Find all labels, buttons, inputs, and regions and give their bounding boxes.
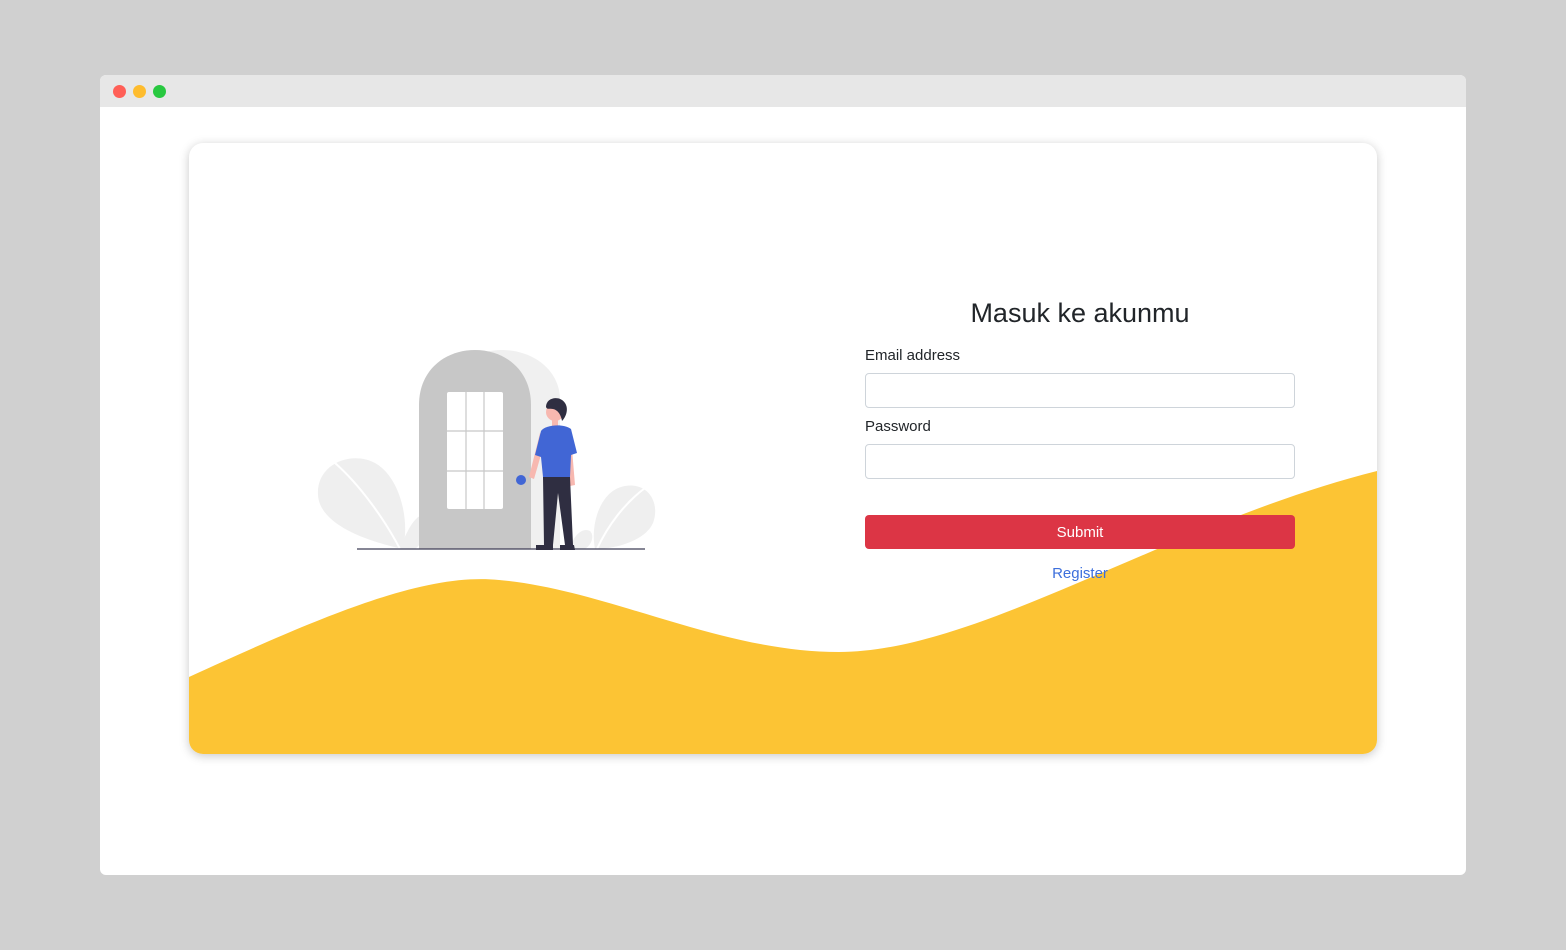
browser-window: Masuk ke akunmu Email address Password S…	[100, 75, 1466, 875]
submit-button[interactable]: Submit	[865, 515, 1295, 549]
maximize-window-button[interactable]	[153, 85, 166, 98]
password-label: Password	[865, 418, 931, 435]
register-link[interactable]: Register	[865, 564, 1295, 584]
login-card: Masuk ke akunmu Email address Password S…	[189, 143, 1377, 754]
window-titlebar	[100, 75, 1466, 107]
minimize-window-button[interactable]	[133, 85, 146, 98]
person-entering-door-illustration	[317, 350, 656, 550]
email-label: Email address	[865, 347, 961, 364]
login-form: Masuk ke akunmu Email address Password S…	[865, 293, 1295, 584]
page-title: Masuk ke akunmu	[970, 298, 1190, 328]
email-field[interactable]	[865, 373, 1295, 408]
password-field[interactable]	[865, 444, 1295, 479]
close-window-button[interactable]	[113, 85, 126, 98]
